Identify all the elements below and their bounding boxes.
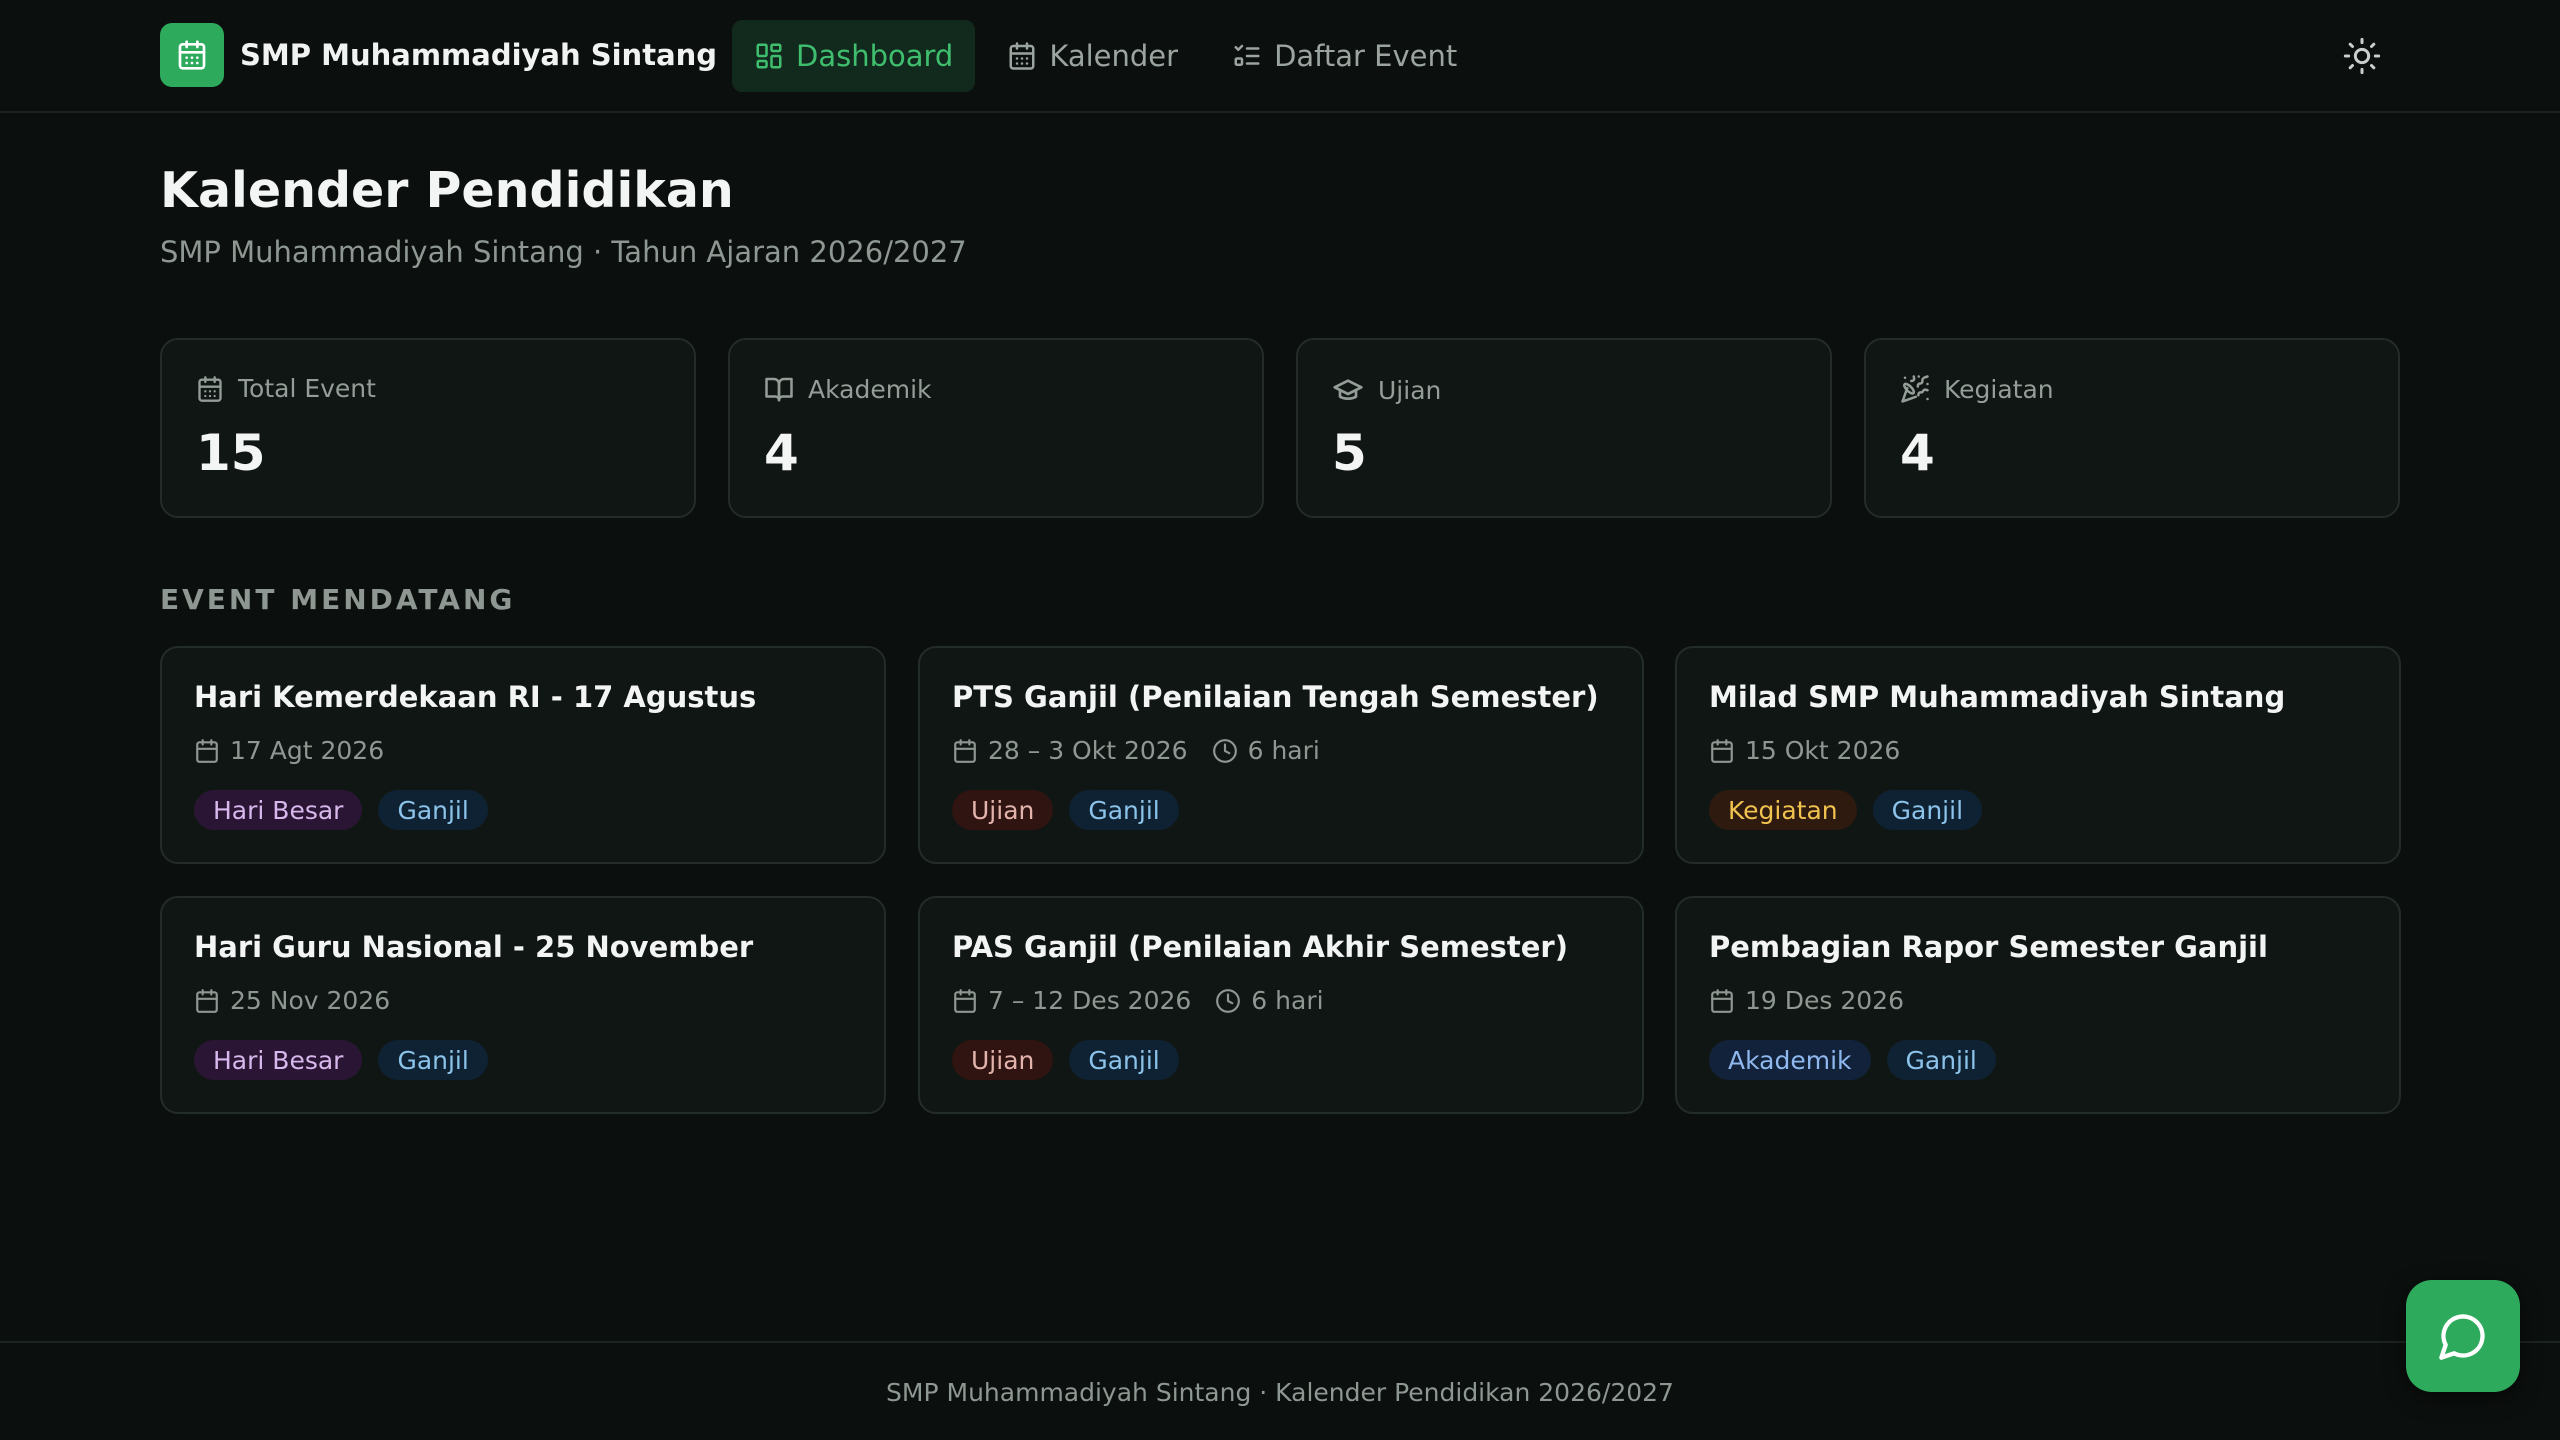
event-meta: 25 Nov 2026 [194,986,390,1015]
graduation-cap-icon [1333,379,1363,400]
stat-value: 5 [1332,424,1367,482]
event-meta: 15 Okt 2026 [1709,736,1900,765]
event-title: PTS Ganjil (Penilaian Tengah Semester) [952,680,1599,714]
section-title-upcoming: EVENT MENDATANG [160,583,516,616]
chat-bubble-icon [2439,1314,2485,1360]
tag-ganjil: Ganjil [378,790,488,830]
stat-value: 15 [196,424,266,482]
tag-ganjil: Ganjil [1886,1040,1996,1080]
clock-icon [1212,738,1238,764]
event-tags: Kegiatan Ganjil [1709,790,1998,830]
stat-card-ujian: Ujian 5 [1296,338,1832,518]
event-date: 28 – 3 Okt 2026 [988,736,1188,765]
page-title: Kalender Pendidikan [160,162,734,219]
tag-hari-besar: Hari Besar [194,1040,363,1080]
event-tags: Akademik Ganjil [1709,1040,2012,1080]
event-date: 17 Agt 2026 [230,736,385,765]
calendar-icon [952,988,978,1014]
dashboard-grid-icon [754,41,784,71]
event-tags: Hari Besar Ganjil [194,790,504,830]
event-date: 7 – 12 Des 2026 [988,986,1192,1015]
brand[interactable]: SMP Muhammadiyah Sintang [160,23,717,87]
nav-label: Dashboard [796,39,954,73]
sun-icon [2343,37,2381,75]
nav-label: Daftar Event [1274,39,1458,73]
event-card[interactable]: Hari Guru Nasional - 25 November 25 Nov 2… [160,896,886,1114]
stat-value: 4 [764,424,799,482]
tag-ganjil: Ganjil [1069,1040,1179,1080]
stat-label: Kegiatan [1944,374,2054,404]
stat-card-akademik: Akademik 4 [728,338,1264,518]
event-card[interactable]: PTS Ganjil (Penilaian Tengah Semester) 28… [918,646,1644,864]
calendar-icon [198,375,222,402]
tag-hari-besar: Hari Besar [194,790,363,830]
stat-label: Total Event [238,374,376,403]
stat-label: Akademik [808,374,932,404]
calendar-icon [194,738,220,764]
nav-label: Kalender [1049,39,1179,73]
event-tags: Ujian Ganjil [952,1040,1195,1080]
event-date: 15 Okt 2026 [1745,736,1901,765]
party-popper-icon [1901,375,1929,403]
main-nav: Dashboard Kalender Daftar Event [732,20,1489,92]
chat-button[interactable] [2406,1280,2520,1392]
event-card[interactable]: Hari Kemerdekaan RI - 17 Agustus 17 Agt 2… [160,646,886,864]
calendar-icon [1007,41,1037,71]
stat-card-total-event: Total Event 15 [160,338,696,518]
tag-kegiatan: Kegiatan [1709,790,1857,830]
event-title: Milad SMP Muhammadiyah Sintang [1709,680,2286,714]
calendar-icon [178,40,206,70]
brand-logo [160,23,224,87]
event-title: Hari Guru Nasional - 25 November [194,930,754,964]
event-meta: 28 – 3 Okt 2026 6 hari [952,736,1320,765]
calendar-icon [1709,738,1735,764]
nav-item-dashboard[interactable]: Dashboard [732,20,976,92]
event-duration: 6 hari [1251,986,1324,1015]
tag-ganjil: Ganjil [378,1040,488,1080]
clock-icon [1215,988,1241,1014]
event-tags: Ujian Ganjil [952,790,1195,830]
tag-akademik: Akademik [1709,1040,1871,1080]
event-meta: 19 Des 2026 [1709,986,1904,1015]
footer-text: SMP Muhammadiyah Sintang · Kalender Pend… [886,1378,1674,1407]
nav-item-daftar-event[interactable]: Daftar Event [1210,20,1479,92]
tag-ujian: Ujian [952,1040,1054,1080]
checklist-icon [1232,41,1262,71]
event-card[interactable]: Milad SMP Muhammadiyah Sintang 15 Okt 202… [1675,646,2401,864]
event-date: 19 Des 2026 [1745,986,1904,1015]
top-navbar: SMP Muhammadiyah Sintang Dashboard Kalen… [0,0,2560,113]
event-tags: Hari Besar Ganjil [194,1040,504,1080]
calendar-icon [1709,988,1735,1014]
theme-toggle-button[interactable] [2338,32,2386,80]
stat-card-kegiatan: Kegiatan 4 [1864,338,2400,518]
event-meta: 7 – 12 Des 2026 6 hari [952,986,1324,1015]
tag-ganjil: Ganjil [1872,790,1983,830]
tag-ganjil: Ganjil [1069,790,1179,830]
event-meta: 17 Agt 2026 [194,736,384,765]
event-title: Hari Kemerdekaan RI - 17 Agustus [194,680,757,714]
tag-ujian: Ujian [952,790,1054,830]
nav-item-kalender[interactable]: Kalender [985,20,1200,92]
event-card[interactable]: Pembagian Rapor Semester Ganjil 19 Des 20… [1675,896,2401,1114]
stat-label: Ujian [1378,375,1442,405]
event-title: PAS Ganjil (Penilaian Akhir Semester) [952,930,1568,964]
stat-value: 4 [1900,424,1935,482]
footer: SMP Muhammadiyah Sintang · Kalender Pend… [0,1341,2560,1440]
book-icon [765,377,793,402]
page-subtitle: SMP Muhammadiyah Sintang · Tahun Ajaran … [160,235,967,269]
event-title: Pembagian Rapor Semester Ganjil [1709,930,2268,964]
event-card[interactable]: PAS Ganjil (Penilaian Akhir Semester) 7 –… [918,896,1644,1114]
event-date: 25 Nov 2026 [230,986,391,1015]
event-duration: 6 hari [1247,736,1320,765]
calendar-icon [194,988,220,1014]
brand-name: SMP Muhammadiyah Sintang [240,38,718,72]
calendar-icon [952,738,978,764]
